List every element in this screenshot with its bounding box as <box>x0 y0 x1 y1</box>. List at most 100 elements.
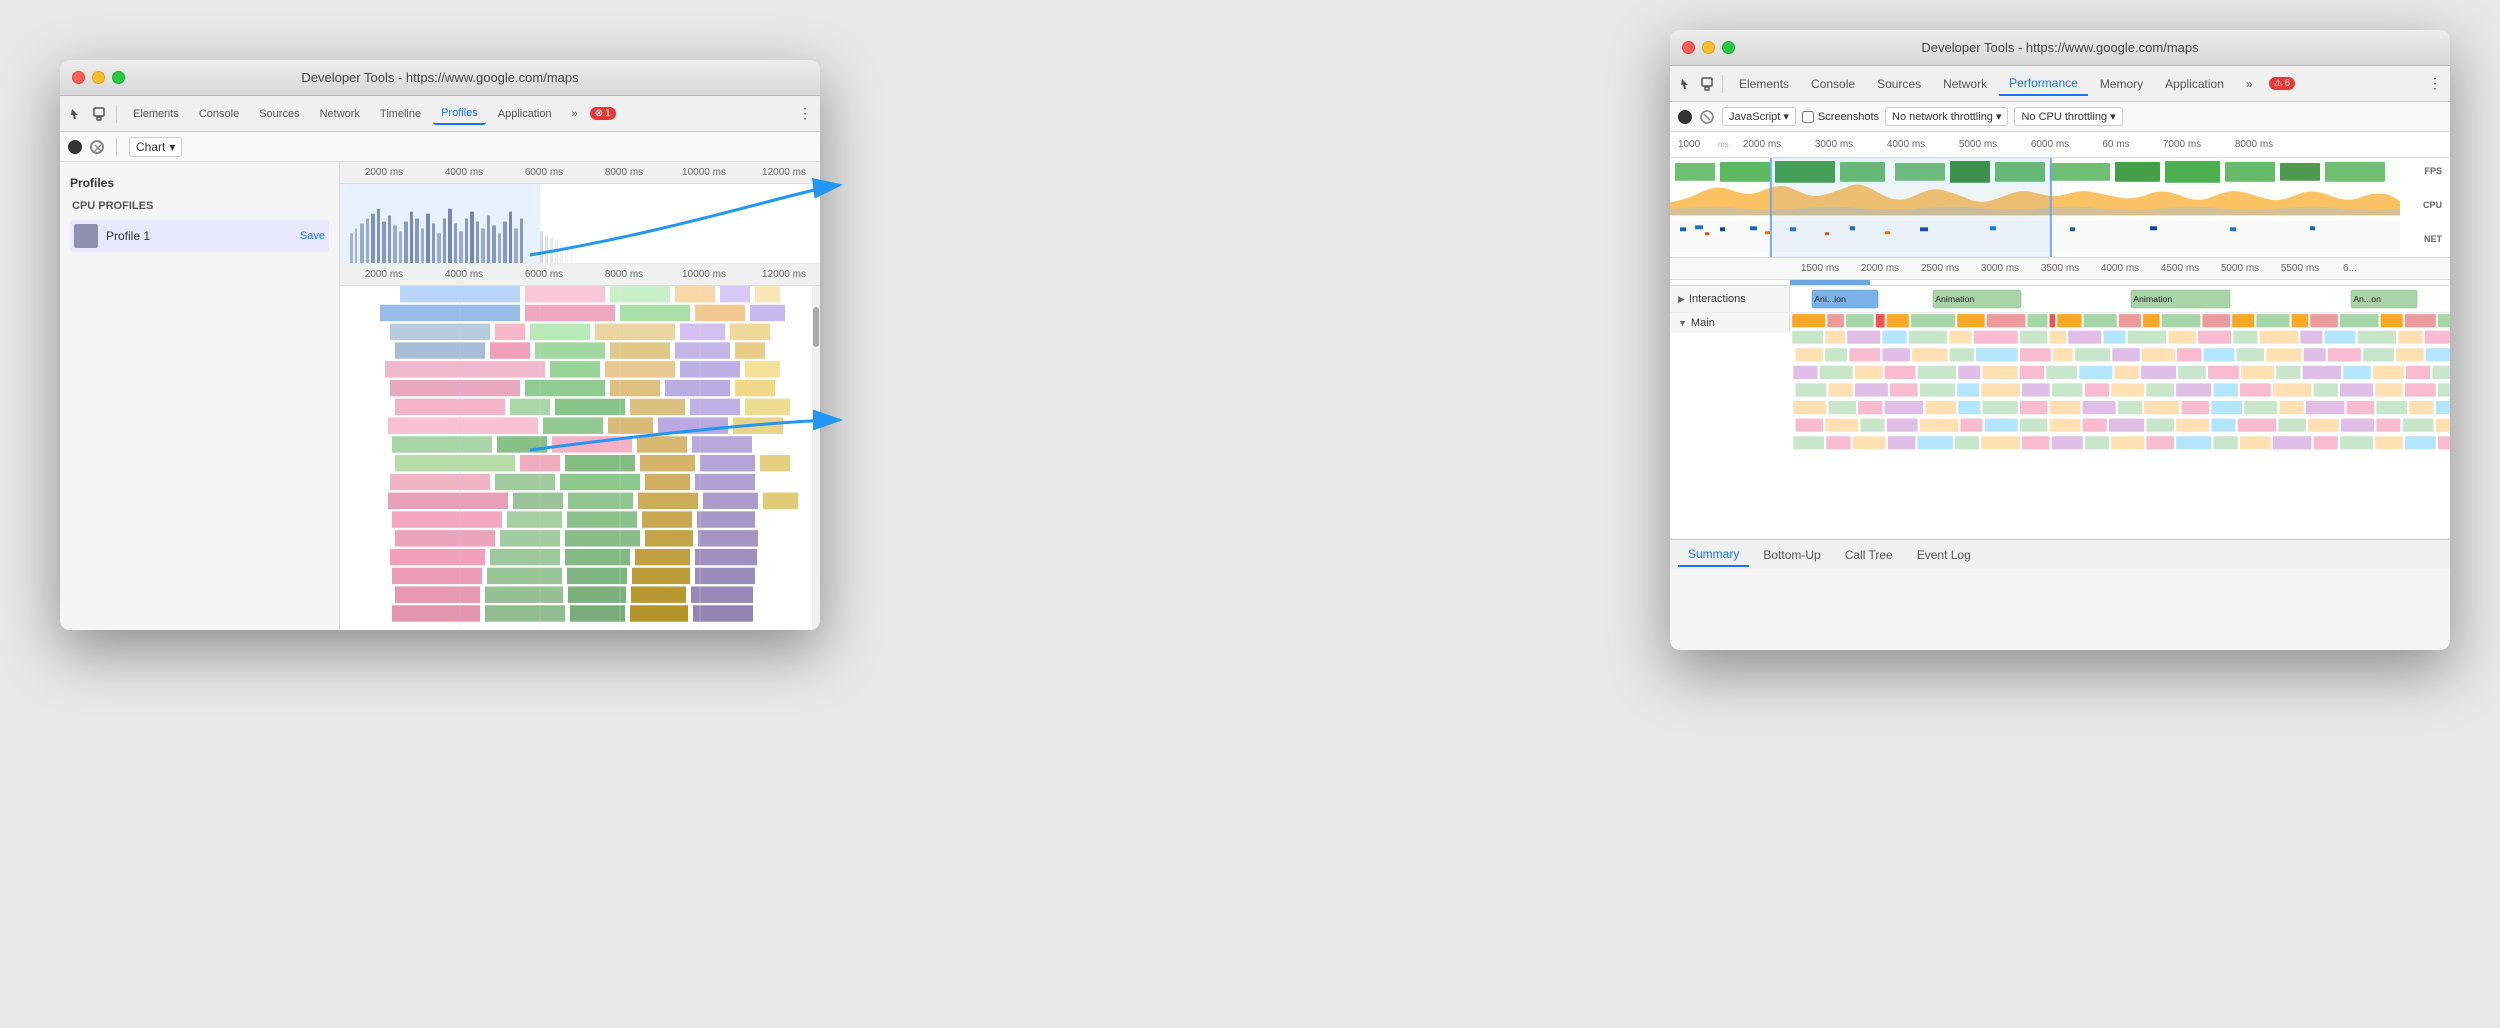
tab-console[interactable]: Console <box>191 104 247 124</box>
save-profile-button[interactable]: Save <box>300 230 325 242</box>
cpu-throttle-label: No CPU throttling <box>2021 111 2107 123</box>
overview-tick-2000: 2000 ms <box>1726 139 1798 150</box>
profile-name: Profile 1 <box>106 229 292 243</box>
tick-8000ms-b: 8000 ms <box>584 269 664 280</box>
right-tab-console[interactable]: Console <box>1801 73 1865 95</box>
detail-tick-2500: 2500 ms <box>1910 263 1970 274</box>
toolbar-separator-1 <box>116 105 117 123</box>
svg-text:Ani...ion: Ani...ion <box>1814 294 1846 304</box>
right-close-button[interactable] <box>1682 41 1695 54</box>
inspect-icon[interactable] <box>68 105 86 123</box>
main-label[interactable]: ▼ Main <box>1670 313 1790 333</box>
tab-application[interactable]: Application <box>490 104 560 124</box>
tick-12000ms-b: 12000 ms <box>744 269 820 280</box>
js-label: JavaScript <box>1729 111 1780 123</box>
chart-label: Chart <box>136 140 165 154</box>
right-maximize-button[interactable] <box>1722 41 1735 54</box>
network-throttle-dropdown[interactable]: No network throttling ▾ <box>1885 107 2008 126</box>
device-icon[interactable] <box>90 105 108 123</box>
left-main-toolbar: Elements Console Sources Network Timelin… <box>60 96 820 132</box>
record-button[interactable] <box>68 140 82 154</box>
main-row: ▼ Main <box>1670 313 2450 539</box>
right-inspect-icon[interactable] <box>1678 75 1696 93</box>
tick-6000ms-top: 6000 ms <box>504 167 584 178</box>
tab-network[interactable]: Network <box>312 104 368 124</box>
cpu-throttle-dropdown[interactable]: No CPU throttling ▾ <box>2014 107 2122 126</box>
flame-chart-area: 2000 ms 4000 ms 6000 ms 8000 ms 10000 ms… <box>340 162 820 630</box>
fps-label: FPS <box>2424 166 2442 176</box>
screenshots-label: Screenshots <box>1818 111 1879 123</box>
right-tab-application[interactable]: Application <box>2155 73 2234 95</box>
overview-tick-60: 60 ms <box>2086 139 2146 150</box>
right-window-title: Developer Tools - https://www.google.com… <box>1921 40 2198 55</box>
perf-detail-area: 1500 ms 2000 ms 2500 ms 3000 ms 3500 ms … <box>1670 258 2450 539</box>
tab-elements[interactable]: Elements <box>125 104 187 124</box>
tab-sources[interactable]: Sources <box>251 104 307 124</box>
right-tab-performance[interactable]: Performance <box>1999 72 2088 96</box>
bottom-tabs: Summary Bottom-Up Call Tree Event Log <box>1670 539 2450 569</box>
more-options-button[interactable]: ⋮ <box>798 105 812 122</box>
interactions-content[interactable]: Ani...ion Animation Animation An...on <box>1790 286 2450 312</box>
interactions-expand-icon: ▶ <box>1678 294 1685 305</box>
chart-dropdown[interactable]: Chart ▾ <box>129 137 182 157</box>
right-minimize-button[interactable] <box>1702 41 1715 54</box>
close-button[interactable] <box>72 71 85 84</box>
tab-more[interactable]: » <box>564 104 586 124</box>
chart-dropdown-arrow: ▾ <box>169 140 175 154</box>
right-more-options-button[interactable]: ⋮ <box>2428 75 2442 92</box>
interactions-svg: Ani...ion Animation Animation An...on <box>1790 286 2450 312</box>
right-record-button[interactable] <box>1678 110 1692 124</box>
right-tab-elements[interactable]: Elements <box>1729 73 1799 95</box>
detail-tick-2000: 2000 ms <box>1850 263 1910 274</box>
right-warning-badge: ⚠ 6 <box>2269 77 2296 90</box>
profile-icon <box>74 224 98 248</box>
window-controls <box>72 71 125 84</box>
vertical-scrollbar[interactable] <box>812 286 820 630</box>
screenshots-check[interactable] <box>1802 111 1814 123</box>
summary-tab[interactable]: Summary <box>1678 543 1749 567</box>
tick-8000ms-top: 8000 ms <box>584 167 664 178</box>
bottom-up-tab[interactable]: Bottom-Up <box>1753 544 1830 566</box>
minimize-button[interactable] <box>92 71 105 84</box>
tab-profiles[interactable]: Profiles <box>433 103 486 125</box>
right-tab-memory[interactable]: Memory <box>2090 73 2153 95</box>
profile-1-item[interactable]: Profile 1 Save <box>70 220 329 252</box>
secondary-separator <box>116 138 117 156</box>
screenshots-checkbox[interactable]: Screenshots <box>1802 111 1879 123</box>
overview-svg <box>1670 158 2400 257</box>
tick-4000ms-top: 4000 ms <box>424 167 504 178</box>
cpu-throttle-arrow: ▾ <box>2110 110 2116 123</box>
call-tree-tab[interactable]: Call Tree <box>1835 544 1903 566</box>
left-devtools-window: Developer Tools - https://www.google.com… <box>60 60 820 630</box>
js-dropdown-arrow: ▾ <box>1783 110 1789 123</box>
right-tab-sources[interactable]: Sources <box>1867 73 1931 95</box>
network-throttle-arrow: ▾ <box>1996 110 2002 123</box>
flame-chart-canvas[interactable]: (...) (... (...) <box>340 286 820 630</box>
event-log-tab[interactable]: Event Log <box>1907 544 1981 566</box>
cpu-profiles-heading: CPU PROFILES <box>70 200 329 212</box>
svg-text:An...on: An...on <box>2353 294 2381 304</box>
interactions-label[interactable]: ▶ Interactions <box>1670 286 1790 312</box>
detail-tick-5500: 5500 ms <box>2270 263 2330 274</box>
profiles-content: Profiles CPU PROFILES Profile 1 Save 200… <box>60 162 820 630</box>
cpu-profile-overview <box>340 184 820 264</box>
left-timeline-header-2: 2000 ms 4000 ms 6000 ms 8000 ms 10000 ms… <box>340 264 820 286</box>
right-tab-network[interactable]: Network <box>1933 73 1997 95</box>
maximize-button[interactable] <box>112 71 125 84</box>
detail-tick-4500: 4500 ms <box>2150 263 2210 274</box>
js-dropdown[interactable]: JavaScript ▾ <box>1722 107 1796 126</box>
right-tab-more[interactable]: » <box>2236 73 2263 95</box>
right-device-icon[interactable] <box>1698 75 1716 93</box>
perf-overview-area[interactable]: FPS CPU NET <box>1670 158 2450 258</box>
scrollbar-thumb[interactable] <box>813 307 819 347</box>
right-stop-button[interactable] <box>1698 108 1716 126</box>
tick-2000ms-top: 2000 ms <box>344 167 424 178</box>
overview-tick-8000: 8000 ms <box>2218 139 2290 150</box>
detail-tick-4000: 4000 ms <box>2090 263 2150 274</box>
tab-timeline[interactable]: Timeline <box>372 104 429 124</box>
selection-highlight <box>1790 280 1870 285</box>
main-flame-content[interactable] <box>1790 313 2450 538</box>
stop-button[interactable] <box>90 140 104 154</box>
zoom-selection <box>1770 158 2050 257</box>
overview-tick-7000: 7000 ms <box>2146 139 2218 150</box>
